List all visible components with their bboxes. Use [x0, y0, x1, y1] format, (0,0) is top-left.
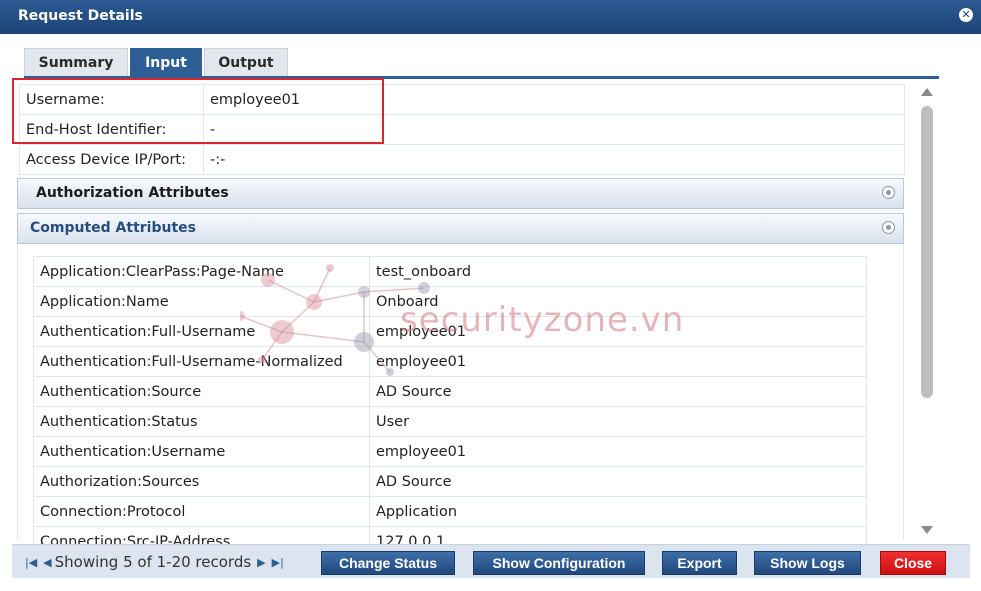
show-configuration-button[interactable]: Show Configuration	[473, 551, 645, 575]
tab-output[interactable]: Output	[204, 48, 288, 78]
attr-key: Authentication:Username	[33, 436, 370, 467]
last-page-icon[interactable]: ▶|	[272, 556, 284, 569]
attr-key: Authentication:Status	[33, 406, 370, 437]
dialog-titlebar: Request Details ✕	[0, 0, 981, 34]
tab-label: Output	[218, 55, 274, 71]
dialog-footer: |◀ ◀ Showing 5 of 1-20 records ▶ ▶| Chan…	[12, 544, 970, 578]
computed-attributes-panel: Application:ClearPass:Page-Name test_onbo…	[17, 244, 904, 557]
computed-attributes-table: Application:ClearPass:Page-Name test_onbo…	[33, 256, 867, 557]
scroll-up-icon[interactable]	[921, 88, 933, 96]
attr-value: employee01	[369, 436, 867, 467]
table-row: Connection:Protocol Application	[33, 496, 867, 527]
attr-value: AD Source	[369, 376, 867, 407]
attr-value: test_onboard	[369, 256, 867, 287]
attr-key: Application:Name	[33, 286, 370, 317]
close-button[interactable]: Close	[880, 551, 946, 575]
close-icon[interactable]: ✕	[959, 8, 973, 22]
prev-page-icon[interactable]: ◀	[43, 556, 51, 569]
export-button[interactable]: Export	[662, 551, 737, 575]
vertical-scrollbar[interactable]	[918, 84, 936, 538]
expand-toggle-icon[interactable]	[882, 186, 895, 199]
table-row: Authentication:Full-Username employee01	[33, 316, 867, 347]
table-row: Authorization:Sources AD Source	[33, 466, 867, 497]
attr-value: Onboard	[369, 286, 867, 317]
section-title: Authorization Attributes	[36, 185, 229, 201]
tab-input[interactable]: Input	[130, 48, 202, 78]
show-logs-button[interactable]: Show Logs	[754, 551, 861, 575]
table-row: Application:Name Onboard	[33, 286, 867, 317]
dialog-title: Request Details	[18, 8, 143, 24]
attr-key: Application:ClearPass:Page-Name	[33, 256, 370, 287]
change-status-button[interactable]: Change Status	[321, 551, 455, 575]
authorization-attributes-header[interactable]: Authorization Attributes	[17, 178, 904, 209]
table-row: Authentication:Status User	[33, 406, 867, 437]
computed-attributes-header[interactable]: Computed Attributes	[17, 213, 904, 244]
next-page-icon[interactable]: ▶	[257, 556, 265, 569]
attr-key: Authentication:Source	[33, 376, 370, 407]
table-row: Access Device IP/Port: -:-	[19, 144, 905, 175]
tab-summary[interactable]: Summary	[24, 48, 128, 78]
attr-value: Application	[369, 496, 867, 527]
attr-value: User	[369, 406, 867, 437]
field-key: Access Device IP/Port:	[19, 144, 204, 175]
attr-value: employee01	[369, 316, 867, 347]
tab-label: Summary	[38, 55, 114, 71]
collapse-toggle-icon[interactable]	[882, 221, 895, 234]
first-page-icon[interactable]: |◀	[25, 556, 37, 569]
scroll-down-icon[interactable]	[921, 526, 933, 534]
table-row: Application:ClearPass:Page-Name test_onbo…	[33, 256, 867, 287]
pager-status: Showing 5 of 1-20 records	[54, 553, 252, 571]
attr-value: employee01	[369, 346, 867, 377]
highlight-box	[12, 78, 384, 144]
field-value: -:-	[203, 144, 905, 175]
attr-value: AD Source	[369, 466, 867, 497]
pager: |◀ ◀ Showing 5 of 1-20 records ▶ ▶|	[22, 553, 287, 571]
table-row: Authentication:Username employee01	[33, 436, 867, 467]
scrollbar-thumb[interactable]	[921, 106, 933, 398]
attr-key: Authorization:Sources	[33, 466, 370, 497]
tab-label: Input	[145, 55, 187, 71]
section-title: Computed Attributes	[30, 220, 196, 236]
attr-key: Authentication:Full-Username-Normalized	[33, 346, 370, 377]
table-row: Authentication:Source AD Source	[33, 376, 867, 407]
attr-key: Authentication:Full-Username	[33, 316, 370, 347]
attr-key: Connection:Protocol	[33, 496, 370, 527]
table-row: Authentication:Full-Username-Normalized e…	[33, 346, 867, 377]
